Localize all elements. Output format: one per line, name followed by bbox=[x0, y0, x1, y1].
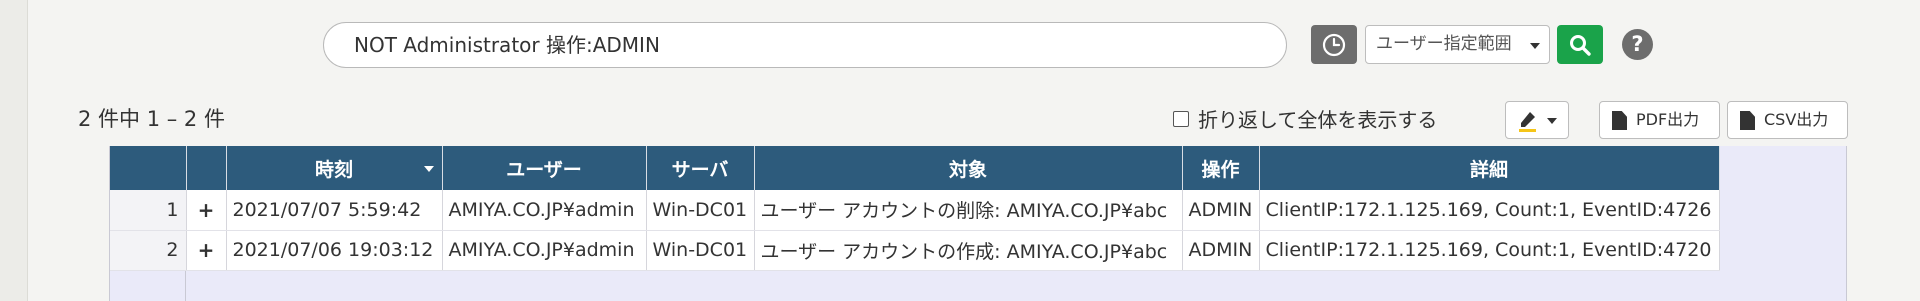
column-header-expand bbox=[186, 146, 227, 190]
time-filter-button[interactable] bbox=[1311, 25, 1357, 64]
cell-operation: ADMIN bbox=[1182, 230, 1260, 271]
cell-server: Win-DC01 bbox=[646, 230, 755, 271]
row-number: 2 bbox=[110, 230, 187, 271]
column-header-time[interactable]: 時刻 bbox=[226, 146, 443, 190]
checkbox[interactable] bbox=[1173, 110, 1189, 127]
column-header-time-label: 時刻 bbox=[314, 158, 353, 181]
result-count: 2 件中 1 – 2 件 bbox=[78, 107, 225, 131]
sort-desc-icon[interactable] bbox=[423, 166, 434, 172]
cell-target: ユーザー アカウントの削除: AMIYA.CO.JP¥abc bbox=[754, 190, 1183, 231]
column-header-operation[interactable]: 操作 bbox=[1182, 146, 1260, 190]
cell-detail: ClientIP:172.1.125.169, Count:1, EventID… bbox=[1259, 230, 1720, 271]
cell-user: AMIYA.CO.JP¥admin bbox=[442, 230, 647, 271]
highlighter-pen-icon bbox=[1519, 112, 1536, 132]
clock-icon bbox=[1322, 33, 1346, 56]
pdf-file-icon bbox=[1612, 111, 1627, 130]
chevron-down-icon bbox=[1547, 118, 1557, 124]
cell-time: 2021/07/07 5:59:42 bbox=[226, 190, 443, 231]
table-row[interactable]: 1 + 2021/07/07 5:59:42 AMIYA.CO.JP¥admin… bbox=[110, 190, 1720, 231]
table-header-row: 時刻 ユーザー サーバ 対象 操作 詳細 bbox=[110, 146, 1720, 190]
wrap-text-label: 折り返して全体を表示する bbox=[1198, 108, 1438, 132]
cell-detail: ClientIP:172.1.125.169, Count:1, EventID… bbox=[1259, 190, 1720, 231]
column-header-server[interactable]: サーバ bbox=[646, 146, 755, 190]
column-header-user[interactable]: ユーザー bbox=[442, 146, 647, 190]
left-sidebar-edge bbox=[0, 0, 28, 301]
range-dropdown[interactable]: ユーザー指定範囲 bbox=[1365, 25, 1550, 64]
help-icon[interactable]: ? bbox=[1622, 29, 1653, 60]
wrap-text-checkbox[interactable]: 折り返して全体を表示する bbox=[1173, 104, 1437, 133]
row-number: 1 bbox=[110, 190, 187, 231]
search-input[interactable]: NOT Administrator 操作:ADMIN bbox=[323, 22, 1287, 68]
expand-row-button[interactable]: + bbox=[186, 230, 227, 271]
column-header-detail[interactable]: 詳細 bbox=[1259, 146, 1720, 190]
csv-export-button[interactable]: CSV出力 bbox=[1727, 101, 1848, 139]
results-table: 時刻 ユーザー サーバ 対象 操作 詳細 1 + 2021/07/07 5:59… bbox=[110, 146, 1720, 271]
file-icon bbox=[1740, 111, 1755, 130]
cell-time: 2021/07/06 19:03:12 bbox=[226, 230, 443, 271]
cell-operation: ADMIN bbox=[1182, 190, 1260, 231]
cell-server: Win-DC01 bbox=[646, 190, 755, 231]
cell-target: ユーザー アカウントの作成: AMIYA.CO.JP¥abc bbox=[754, 230, 1183, 271]
csv-export-label: CSV出力 bbox=[1764, 110, 1829, 129]
chevron-down-icon bbox=[1530, 43, 1540, 49]
expand-row-button[interactable]: + bbox=[186, 190, 227, 231]
pdf-export-label: PDF出力 bbox=[1636, 110, 1700, 129]
column-header-number bbox=[110, 146, 187, 190]
highlight-button[interactable] bbox=[1505, 101, 1569, 139]
cell-user: AMIYA.CO.JP¥admin bbox=[442, 190, 647, 231]
pdf-export-button[interactable]: PDF出力 bbox=[1599, 101, 1720, 139]
column-header-target[interactable]: 対象 bbox=[754, 146, 1183, 190]
search-icon bbox=[1570, 34, 1591, 56]
results-grid: 時刻 ユーザー サーバ 対象 操作 詳細 1 + 2021/07/07 5:59… bbox=[109, 146, 1847, 301]
search-button[interactable] bbox=[1557, 25, 1603, 64]
range-dropdown-label: ユーザー指定範囲 bbox=[1376, 34, 1512, 54]
table-row[interactable]: 2 + 2021/07/06 19:03:12 AMIYA.CO.JP¥admi… bbox=[110, 230, 1720, 271]
